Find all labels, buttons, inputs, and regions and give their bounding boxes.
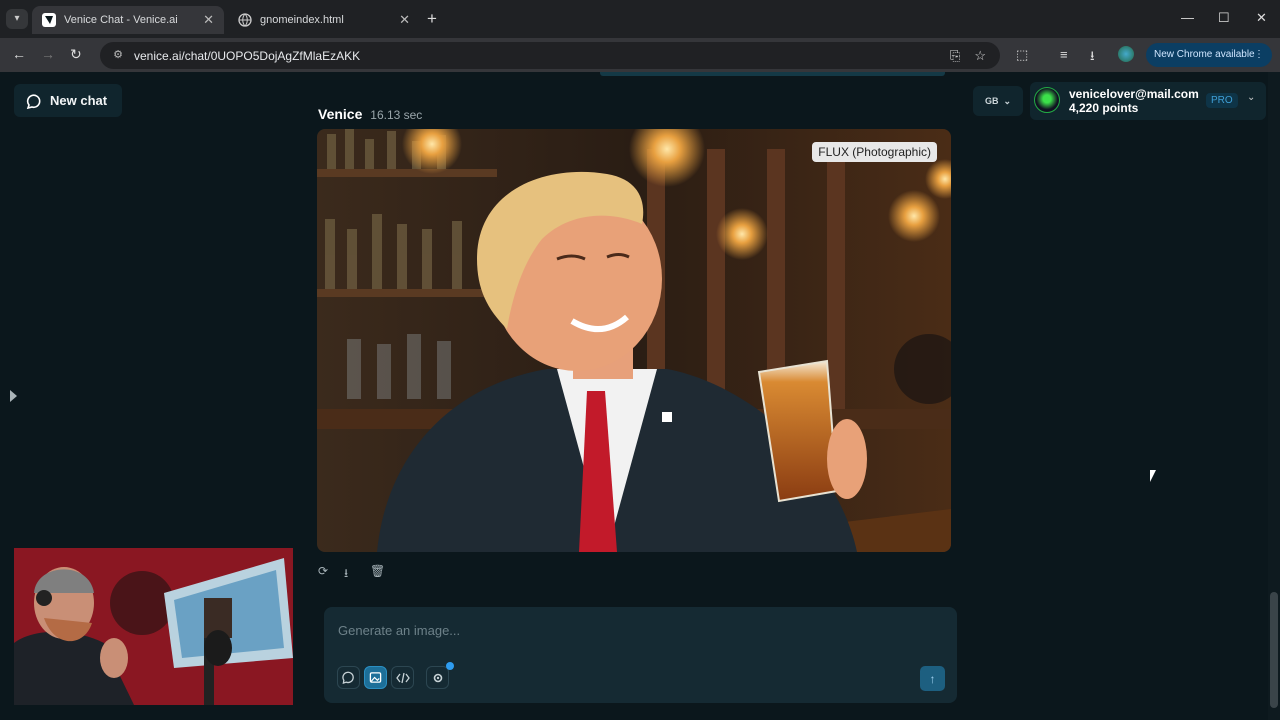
new-chat-button[interactable]: New chat (14, 84, 122, 117)
avatar (1034, 87, 1060, 113)
image-actions: ⟳ ⭳ 🗑 (318, 564, 386, 580)
generated-image-art (317, 129, 951, 552)
settings-gear-icon[interactable] (426, 666, 449, 689)
browser-tab-strip: ▾ Venice Chat - Venice.ai ✕ gnomeindex.h… (0, 0, 1280, 38)
speaker-name: Venice (318, 106, 363, 122)
code-mode-icon[interactable] (391, 666, 414, 689)
maximize-icon[interactable]: ☐ (1218, 10, 1230, 26)
delete-icon[interactable]: 🗑 (370, 564, 386, 580)
webcam-video (14, 548, 293, 705)
tab-title: Venice Chat - Venice.ai (64, 14, 178, 26)
scroll-indicator (600, 72, 945, 76)
new-chat-label: New chat (50, 93, 108, 108)
new-tab-button[interactable]: + (427, 10, 437, 28)
account-points: 4,220 points (1069, 101, 1139, 115)
download-icon[interactable]: ⭳ (1090, 47, 1095, 69)
venice-favicon-icon (42, 13, 56, 27)
reload-icon[interactable]: ↻ (70, 46, 82, 63)
generation-time: 16.13 sec (370, 108, 423, 122)
arrow-up-icon: ↑ (929, 671, 936, 686)
minimize-icon[interactable]: — (1181, 10, 1194, 25)
bookmark-star-icon[interactable]: ☆ (974, 48, 986, 64)
venice-app: New chat Venice 16.13 sec FLUX (Photogra… (0, 72, 1280, 720)
extensions-icon[interactable]: ⬚ (1016, 47, 1028, 63)
expand-sidebar-icon[interactable] (10, 390, 17, 402)
address-bar[interactable]: ⚙ venice.ai/chat/0UOPO5DojAgZfMlaEzAKK ⎘… (100, 42, 1000, 69)
account-menu[interactable]: venicelover@mail.com 4,220 points PRO ⌄ (1030, 82, 1266, 120)
webcam-overlay (14, 548, 293, 705)
close-window-icon[interactable]: ✕ (1256, 10, 1267, 26)
browser-toolbar: ← → ↻ ⚙ venice.ai/chat/0UOPO5DojAgZfMlaE… (0, 38, 1280, 72)
page-scrollbar[interactable] (1268, 72, 1280, 720)
chevron-down-icon: ⌄ (1247, 92, 1256, 103)
close-tab-icon[interactable]: ✕ (203, 12, 214, 28)
more-menu-icon[interactable]: ⋮ (1254, 43, 1264, 67)
profile-avatar-icon[interactable] (1118, 46, 1134, 62)
model-badge: FLUX (Photographic) (812, 142, 937, 162)
image-mode-icon[interactable] (364, 666, 387, 689)
install-app-icon[interactable]: ⎘ (950, 48, 960, 64)
download-image-icon[interactable]: ⭳ (344, 564, 360, 580)
globe-icon (238, 13, 252, 27)
close-tab-icon[interactable]: ✕ (399, 12, 410, 28)
plan-badge: PRO (1206, 93, 1238, 108)
url-text[interactable]: venice.ai/chat/0UOPO5DojAgZfMlaEzAKK (134, 49, 950, 63)
language-selector[interactable]: GB ⌄ (973, 86, 1023, 116)
reading-list-icon[interactable]: ≡ (1060, 47, 1068, 62)
message-header: Venice 16.13 sec (318, 106, 422, 122)
send-button[interactable]: ↑ (920, 666, 945, 691)
language-code: GB (984, 96, 999, 106)
prompt-input[interactable]: Generate an image... (338, 623, 460, 638)
account-email: venicelover@mail.com (1069, 87, 1199, 101)
update-label: New Chrome available (1154, 49, 1255, 60)
tab-title: gnomeindex.html (260, 14, 344, 26)
mouse-cursor-icon (1150, 470, 1156, 482)
chevron-down-icon: ⌄ (1003, 95, 1012, 106)
update-chrome-button[interactable]: New Chrome available ⋮ (1146, 43, 1272, 67)
chat-bubble-icon (26, 93, 41, 109)
prompt-composer[interactable]: Generate an image... ↑ (324, 607, 957, 703)
site-info-icon[interactable]: ⚙ (110, 48, 126, 64)
generated-image[interactable]: FLUX (Photographic) (317, 129, 951, 552)
tab-gnomeindex[interactable]: gnomeindex.html ✕ (228, 6, 420, 34)
text-mode-icon[interactable] (337, 666, 360, 689)
back-arrow-icon[interactable]: ← (12, 46, 26, 62)
settings-notification-dot (446, 662, 454, 670)
tab-venice-chat[interactable]: Venice Chat - Venice.ai ✕ (32, 6, 224, 34)
tab-search-button[interactable]: ▾ (6, 9, 28, 29)
regenerate-icon[interactable]: ⟳ (318, 564, 334, 580)
forward-arrow-icon[interactable]: → (41, 46, 55, 62)
scrollbar-thumb[interactable] (1270, 592, 1278, 708)
